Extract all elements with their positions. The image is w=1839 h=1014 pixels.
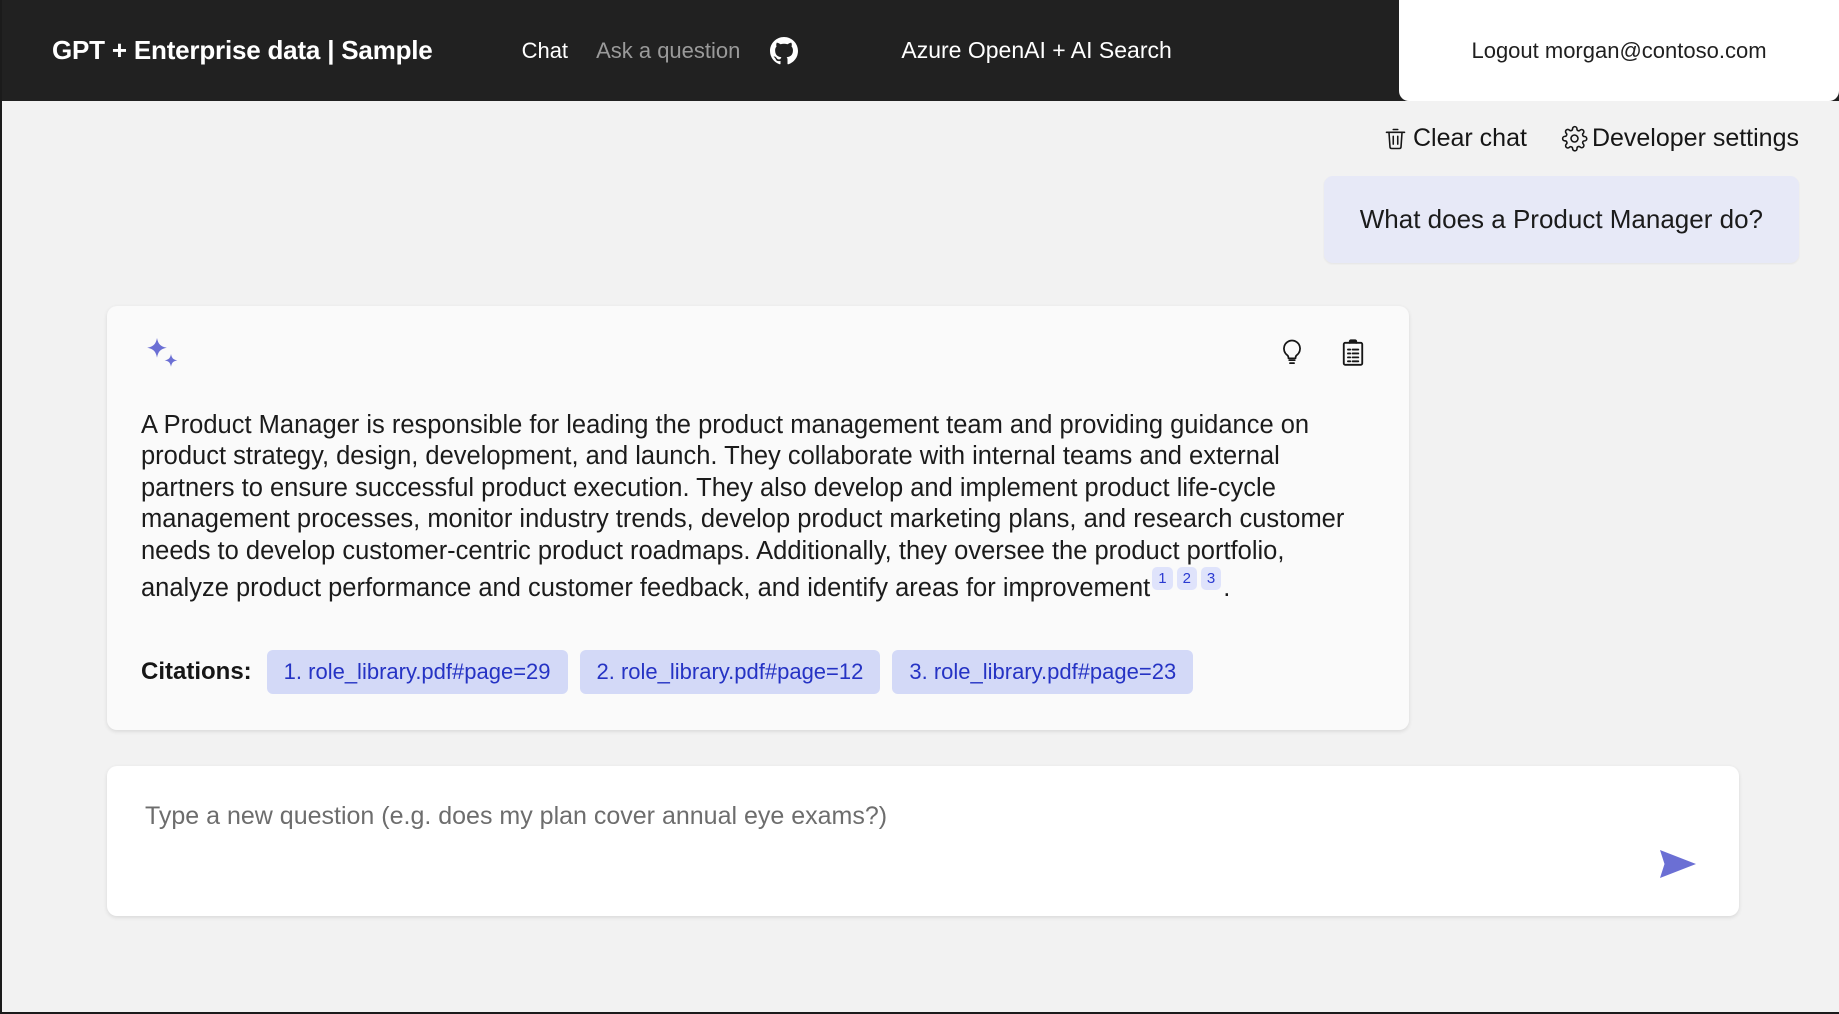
answer-header [141, 332, 1367, 384]
answer-row: A Product Manager is responsible for lea… [107, 306, 1799, 731]
answer-text-terminator: . [1223, 573, 1231, 602]
developer-settings-button[interactable]: Developer settings [1561, 124, 1799, 153]
send-icon [1657, 847, 1699, 884]
citation-superscript-1[interactable]: 1 [1152, 566, 1173, 590]
nav-link-ask-a-question[interactable]: Ask a question [582, 32, 754, 70]
developer-settings-label: Developer settings [1591, 124, 1799, 152]
citation-link-3[interactable]: 3. role_library.pdf#page=23 [892, 650, 1194, 695]
citations-label: Citations: [141, 658, 252, 686]
question-input[interactable] [143, 766, 1623, 867]
citation-superscript-3[interactable]: 3 [1200, 566, 1222, 590]
user-message-row: What does a Product Manager do? [2, 176, 1799, 264]
question-input-container [107, 766, 1739, 917]
header-nav: Chat Ask a question [508, 32, 799, 70]
app-header: GPT + Enterprise data | Sample Chat Ask … [2, 0, 1839, 101]
user-message-bubble: What does a Product Manager do? [1323, 176, 1799, 264]
header-subtitle: Azure OpenAI + AI Search [901, 37, 1172, 63]
show-supporting-content-button[interactable] [1339, 338, 1367, 371]
nav-link-chat[interactable]: Chat [508, 32, 582, 70]
show-thought-process-button[interactable] [1278, 338, 1306, 371]
lightbulb-icon [1278, 338, 1306, 371]
logout-button[interactable]: Logout morgan@contoso.com [1399, 0, 1839, 101]
clear-chat-button[interactable]: Clear chat [1382, 124, 1527, 153]
chat-container: What does a Product Manager do? A Produc… [2, 176, 1839, 917]
answer-actions [1278, 332, 1367, 371]
trash-icon [1382, 125, 1409, 152]
answer-text: A Product Manager is responsible for lea… [141, 410, 1367, 604]
citation-link-1[interactable]: 1. role_library.pdf#page=29 [266, 650, 568, 695]
gear-icon [1561, 125, 1588, 152]
clear-chat-label: Clear chat [1412, 124, 1527, 152]
command-bar: Clear chat Developer settings [2, 101, 1839, 153]
github-icon[interactable] [770, 36, 799, 65]
citations-row: Citations: 1. role_library.pdf#page=29 2… [141, 650, 1367, 695]
citation-superscript-2[interactable]: 2 [1176, 566, 1197, 590]
citation-link-2[interactable]: 2. role_library.pdf#page=12 [579, 650, 881, 695]
clipboard-icon [1339, 338, 1367, 371]
app-title: GPT + Enterprise data | Sample [52, 35, 433, 65]
sparkle-icon [141, 332, 187, 383]
answer-card: A Product Manager is responsible for lea… [107, 306, 1409, 731]
send-question-button[interactable] [1657, 847, 1699, 884]
